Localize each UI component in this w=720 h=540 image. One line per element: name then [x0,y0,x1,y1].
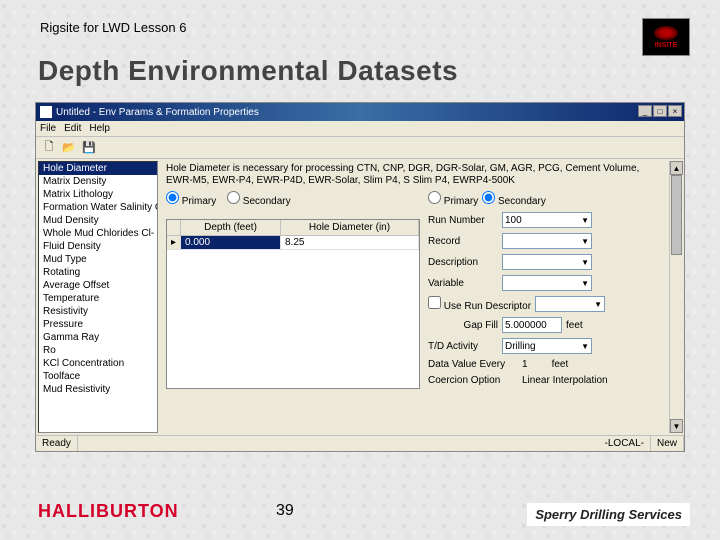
primary-secondary-left: Primary Secondary [166,191,420,207]
sidebar-item[interactable]: Mud Type [39,253,157,266]
close-button[interactable]: × [668,105,682,117]
scroll-up-icon[interactable]: ▲ [670,161,683,175]
run-number-select[interactable]: 100▼ [502,212,592,228]
app-icon [40,106,52,118]
col-depth: Depth (feet) [181,220,281,235]
menu-edit[interactable]: Edit [64,123,81,134]
coercion-label: Coercion Option [428,375,518,386]
radio-primary-right[interactable]: Primary [428,191,478,207]
halliburton-logo: HALLIBURTON [38,501,179,522]
data-value-every-label: Data Value Every [428,359,518,370]
toolbar: 🗋 📂 💾 [36,137,684,159]
cell-value[interactable]: 8.25 [281,236,419,250]
record-label: Record [428,236,498,247]
chevron-down-icon: ▼ [581,216,589,225]
app-window: Untitled - Env Params & Formation Proper… [35,102,685,452]
run-number-label: Run Number [428,215,498,226]
data-value-every-unit: feet [552,359,569,370]
primary-secondary-right: Primary Secondary [428,191,678,207]
sidebar-item[interactable]: Toolface [39,370,157,383]
slide-title: Depth Environmental Datasets [38,55,458,87]
window-title: Untitled - Env Params & Formation Proper… [56,107,259,118]
variable-select[interactable]: ▼ [502,275,592,291]
new-icon[interactable]: 🗋 [40,139,58,157]
statusbar: Ready -LOCAL- New [36,435,684,451]
td-activity-label: T/D Activity [428,341,498,352]
chevron-down-icon: ▼ [594,300,602,309]
radio-primary-left[interactable]: Primary [166,196,216,207]
vertical-scrollbar[interactable]: ▲ ▼ [669,161,683,433]
sidebar-item[interactable]: KCl Concentration [39,357,157,370]
properties-panel: Primary Secondary Run Number 100▼ Record… [428,191,678,391]
data-value-every-value: 1 [522,359,528,370]
status-ready: Ready [36,436,78,451]
minimize-button[interactable]: _ [638,105,652,117]
window-titlebar: Untitled - Env Params & Formation Proper… [36,103,684,121]
sidebar-item[interactable]: Fluid Density [39,240,157,253]
chevron-down-icon: ▼ [581,237,589,246]
gap-fill-unit: feet [566,320,583,331]
sperry-logo: Sperry Drilling Services [527,503,690,526]
page-number: 39 [276,502,294,520]
insite-logo: INSITE [642,18,690,56]
save-icon[interactable]: 💾 [80,139,98,157]
sidebar-item[interactable]: Mud Resistivity [39,383,157,396]
data-grid[interactable]: Depth (feet) Hole Diameter (in) ▸ 0.000 … [166,219,420,389]
status-new: New [651,436,684,451]
sidebar-item[interactable]: Ro [39,344,157,357]
open-icon[interactable]: 📂 [60,139,78,157]
sidebar-item[interactable]: Average Offset [39,279,157,292]
scroll-thumb[interactable] [671,175,682,255]
status-local: -LOCAL- [599,436,651,451]
main-panel: Hole Diameter is necessary for processin… [160,159,684,435]
radio-secondary-right[interactable]: Secondary [482,191,546,207]
table-row[interactable]: ▸ 0.000 8.25 [167,236,419,250]
maximize-button[interactable]: □ [653,105,667,117]
use-run-descriptor-check[interactable]: Use Run Descriptor [428,296,531,312]
eye-icon [654,26,678,40]
td-activity-select[interactable]: Drilling▼ [502,338,592,354]
scroll-down-icon[interactable]: ▼ [670,419,683,433]
sidebar-item[interactable]: Temperature [39,292,157,305]
menu-file[interactable]: File [40,123,56,134]
description-label: Description [428,257,498,268]
record-select[interactable]: ▼ [502,233,592,249]
col-hole-diameter: Hole Diameter (in) [281,220,419,235]
sidebar-item[interactable]: Resistivity [39,305,157,318]
description-text: Hole Diameter is necessary for processin… [166,163,678,187]
gap-fill-input[interactable] [502,317,562,333]
sidebar-item[interactable]: Formation Water Salinity Cl- [39,201,157,214]
radio-secondary-left[interactable]: Secondary [227,196,291,207]
run-descriptor-select[interactable]: ▼ [535,296,605,312]
sidebar-item[interactable]: Hole Diameter [39,162,157,175]
menu-help[interactable]: Help [89,123,110,134]
chevron-down-icon: ▼ [581,342,589,351]
sidebar-item[interactable]: Matrix Density [39,175,157,188]
sidebar-item[interactable]: Rotating [39,266,157,279]
chevron-down-icon: ▼ [581,258,589,267]
sidebar-item[interactable]: Matrix Lithology [39,188,157,201]
sidebar-item[interactable]: Pressure [39,318,157,331]
description-select[interactable]: ▼ [502,254,592,270]
gap-fill-label: Gap Fill [428,320,498,331]
variable-label: Variable [428,278,498,289]
sidebar-item[interactable]: Whole Mud Chlorides Cl- [39,227,157,240]
coercion-value: Linear Interpolation [522,375,608,386]
cell-depth[interactable]: 0.000 [181,236,281,250]
sidebar-item[interactable]: Gamma Ray [39,331,157,344]
lesson-label: Rigsite for LWD Lesson 6 [40,20,186,35]
chevron-down-icon: ▼ [581,279,589,288]
menubar: File Edit Help [36,121,684,137]
sidebar-list[interactable]: Hole DiameterMatrix DensityMatrix Lithol… [38,161,158,433]
sidebar-item[interactable]: Mud Density [39,214,157,227]
